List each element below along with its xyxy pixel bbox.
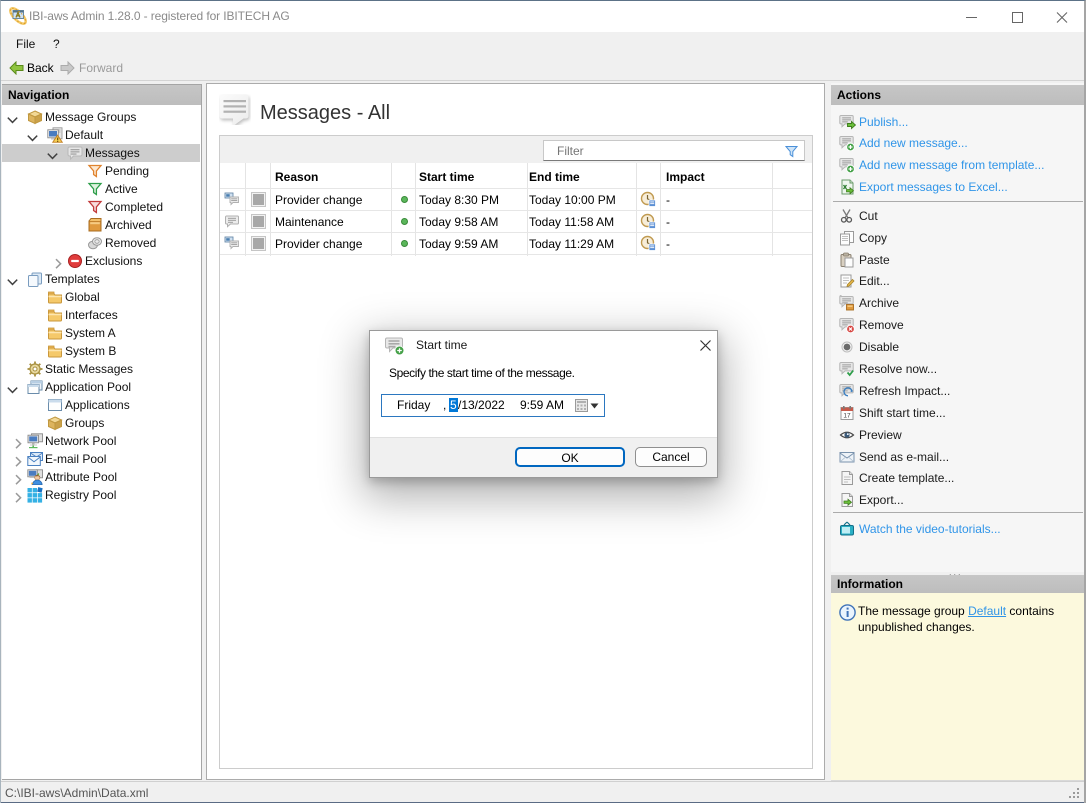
svg-text:17: 17: [843, 413, 851, 420]
